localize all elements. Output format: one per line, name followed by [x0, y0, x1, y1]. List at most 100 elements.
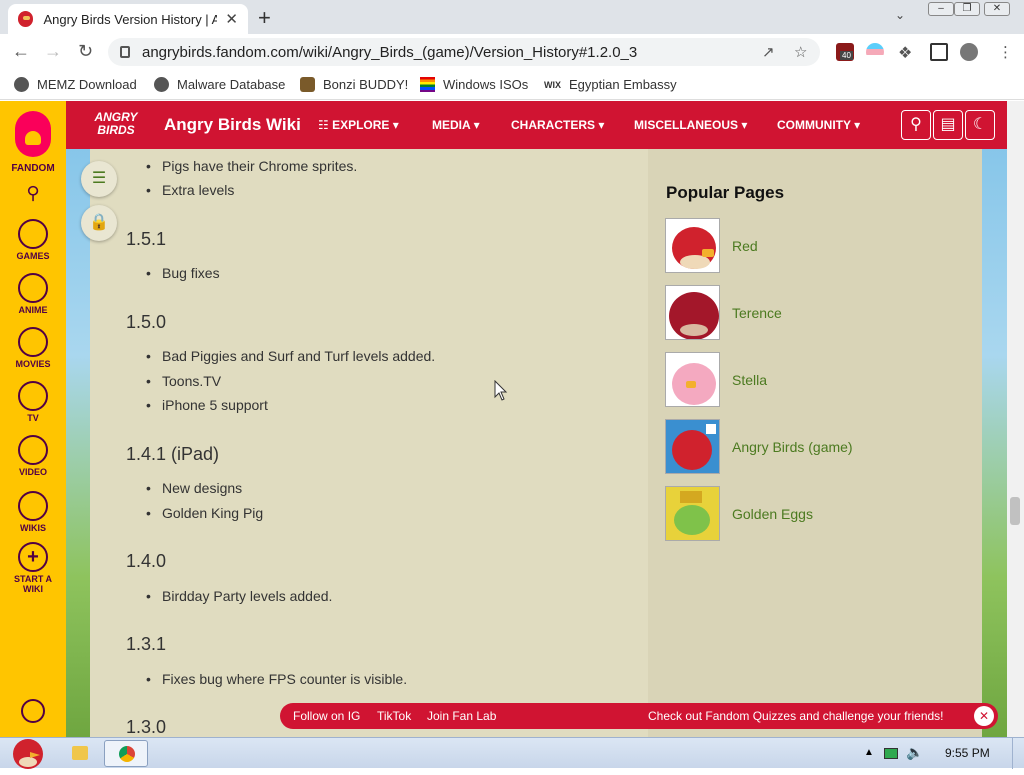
- bookmark-egyptian-embassy[interactable]: WIX Egyptian Embassy: [544, 77, 677, 92]
- follow-ig-link[interactable]: Follow on IG: [293, 709, 360, 723]
- bookmarks-bar: MEMZ Download Malware Database Bonzi BUD…: [0, 70, 1024, 100]
- menu-kebab-icon[interactable]: ⋮: [998, 43, 1013, 61]
- fandom-heart-logo-icon: [15, 111, 51, 157]
- search-icon: ⚲: [910, 116, 922, 133]
- share-icon[interactable]: ↗: [762, 43, 775, 61]
- ublock-extension-icon[interactable]: 40: [836, 43, 854, 61]
- close-window-button[interactable]: ✕: [984, 2, 1010, 16]
- chrome-taskbar-button[interactable]: [104, 740, 148, 767]
- quizzes-link[interactable]: Check out Fandom Quizzes and challenge y…: [648, 709, 944, 723]
- bookmark-star-icon[interactable]: ☆: [794, 43, 807, 61]
- rail-label: WIKIS: [20, 523, 46, 533]
- start-button[interactable]: [4, 734, 48, 770]
- bookmark-windows-isos[interactable]: Windows ISOs: [420, 77, 528, 92]
- new-tab-button[interactable]: +: [258, 5, 271, 31]
- nav-label: COMMUNITY: [777, 118, 851, 132]
- nav-label: EXPLORE: [332, 118, 390, 132]
- extension-icon[interactable]: [866, 43, 884, 61]
- bookmark-memz[interactable]: MEMZ Download: [14, 77, 137, 92]
- popular-page-angry-birds-game[interactable]: Angry Birds (game): [665, 419, 853, 474]
- section-heading: 1.4.1 (iPad): [126, 444, 220, 464]
- nav-miscellaneous[interactable]: MISCELLANEOUS ▾: [634, 118, 747, 132]
- wix-icon: WIX: [544, 79, 561, 90]
- rail-movies[interactable]: MOVIES: [0, 327, 66, 369]
- wiki-name[interactable]: Angry Birds Wiki: [164, 115, 301, 135]
- book-icon: [18, 491, 48, 521]
- table-of-contents-button[interactable]: ☰: [81, 161, 117, 197]
- tab-title: Angry Birds Version History | A: [43, 11, 218, 27]
- rail-anime[interactable]: ANIME: [0, 273, 66, 315]
- popular-page-link[interactable]: Stella: [732, 372, 767, 388]
- list-item: iPhone 5 support: [146, 397, 268, 413]
- forward-icon[interactable]: →: [44, 41, 62, 62]
- rail-label: GAMES: [16, 251, 50, 261]
- tab-close-icon[interactable]: ✕: [225, 10, 238, 28]
- popular-page-link[interactable]: Angry Birds (game): [732, 439, 853, 455]
- extensions-puzzle-icon[interactable]: ❖: [898, 43, 912, 63]
- fan-lab-link[interactable]: Join Fan Lab: [427, 709, 496, 723]
- user-circle-icon: [21, 699, 45, 723]
- volume-icon[interactable]: 🔈: [906, 744, 923, 761]
- nav-label: MEDIA: [432, 118, 471, 132]
- rail-games[interactable]: GAMES: [0, 219, 66, 261]
- taskbar-clock[interactable]: 9:55 PM: [945, 746, 990, 760]
- show-desktop-button[interactable]: [1012, 738, 1024, 769]
- list-item: New designs: [146, 480, 242, 496]
- page-scrollbar[interactable]: [1007, 101, 1024, 737]
- restore-button[interactable]: ❐: [954, 2, 980, 16]
- globe-icon: [154, 77, 169, 92]
- popular-page-link[interactable]: Terence: [732, 305, 782, 321]
- article-content: [90, 149, 648, 737]
- popular-page-red[interactable]: Red: [665, 218, 758, 273]
- rail-wikis[interactable]: WIKIS: [0, 491, 66, 533]
- fandom-home-link[interactable]: FANDOM: [0, 111, 66, 174]
- list-item: Birdday Party levels added.: [146, 588, 332, 604]
- discussions-button[interactable]: ▤: [933, 110, 963, 140]
- rail-tv[interactable]: TV: [0, 381, 66, 423]
- tab-search-chevron-icon[interactable]: ⌄: [895, 8, 905, 22]
- nav-characters[interactable]: CHARACTERS ▾: [511, 118, 604, 132]
- plus-icon: +: [18, 542, 48, 572]
- tiktok-link[interactable]: TikTok: [377, 709, 411, 723]
- nav-community[interactable]: COMMUNITY ▾: [777, 118, 860, 132]
- rail-label: ANIME: [18, 305, 48, 315]
- protection-lock-button[interactable]: 🔒: [81, 205, 117, 241]
- tray-expand-icon[interactable]: ▲: [864, 747, 874, 758]
- popular-page-link[interactable]: Red: [732, 238, 758, 254]
- popular-page-link[interactable]: Golden Eggs: [732, 506, 813, 522]
- list-item: Golden King Pig: [146, 505, 263, 521]
- close-icon[interactable]: ✕: [974, 706, 994, 726]
- address-bar[interactable]: angrybirds.fandom.com/wiki/Angry_Birds_(…: [108, 38, 820, 66]
- reload-icon[interactable]: ↻: [78, 41, 93, 62]
- search-icon[interactable]: ⚲: [0, 183, 66, 204]
- minimize-button[interactable]: –: [928, 2, 954, 16]
- scrollbar-thumb[interactable]: [1010, 497, 1020, 525]
- side-panel-icon[interactable]: [930, 43, 948, 61]
- mouse-cursor-icon: [494, 380, 508, 401]
- browser-tab[interactable]: Angry Birds Version History | A ✕: [8, 4, 248, 34]
- fandom-label: FANDOM: [11, 163, 55, 174]
- bookmark-label: Malware Database: [177, 77, 286, 92]
- angry-birds-wiki-logo[interactable]: ANGRY BIRDS: [86, 111, 146, 137]
- theme-toggle-button[interactable]: ☾: [965, 110, 995, 140]
- popular-page-golden-eggs[interactable]: Golden Eggs: [665, 486, 813, 541]
- nav-media[interactable]: MEDIA ▾: [432, 118, 480, 132]
- profile-avatar-icon[interactable]: [960, 43, 978, 61]
- popular-page-stella[interactable]: Stella: [665, 352, 767, 407]
- rail-video[interactable]: VIDEO: [0, 435, 66, 477]
- bookmark-bonzi[interactable]: Bonzi BUDDY!: [300, 77, 408, 92]
- network-icon[interactable]: [884, 748, 898, 759]
- red-bird-thumbnail: [665, 218, 720, 273]
- nav-explore[interactable]: ☷ EXPLORE ▾: [318, 118, 399, 132]
- popular-page-terence[interactable]: Terence: [665, 285, 782, 340]
- file-explorer-button[interactable]: [58, 740, 102, 767]
- account-icon[interactable]: [0, 699, 66, 725]
- anime-face-icon: [18, 273, 48, 303]
- gamepad-icon: [18, 219, 48, 249]
- rail-start-wiki[interactable]: + START A WIKI: [0, 542, 66, 594]
- bookmark-malware-db[interactable]: Malware Database: [154, 77, 285, 92]
- search-button[interactable]: ⚲: [901, 110, 931, 140]
- discussions-icon: ▤: [940, 116, 956, 133]
- back-icon[interactable]: ←: [12, 41, 30, 62]
- tv-icon: [18, 381, 48, 411]
